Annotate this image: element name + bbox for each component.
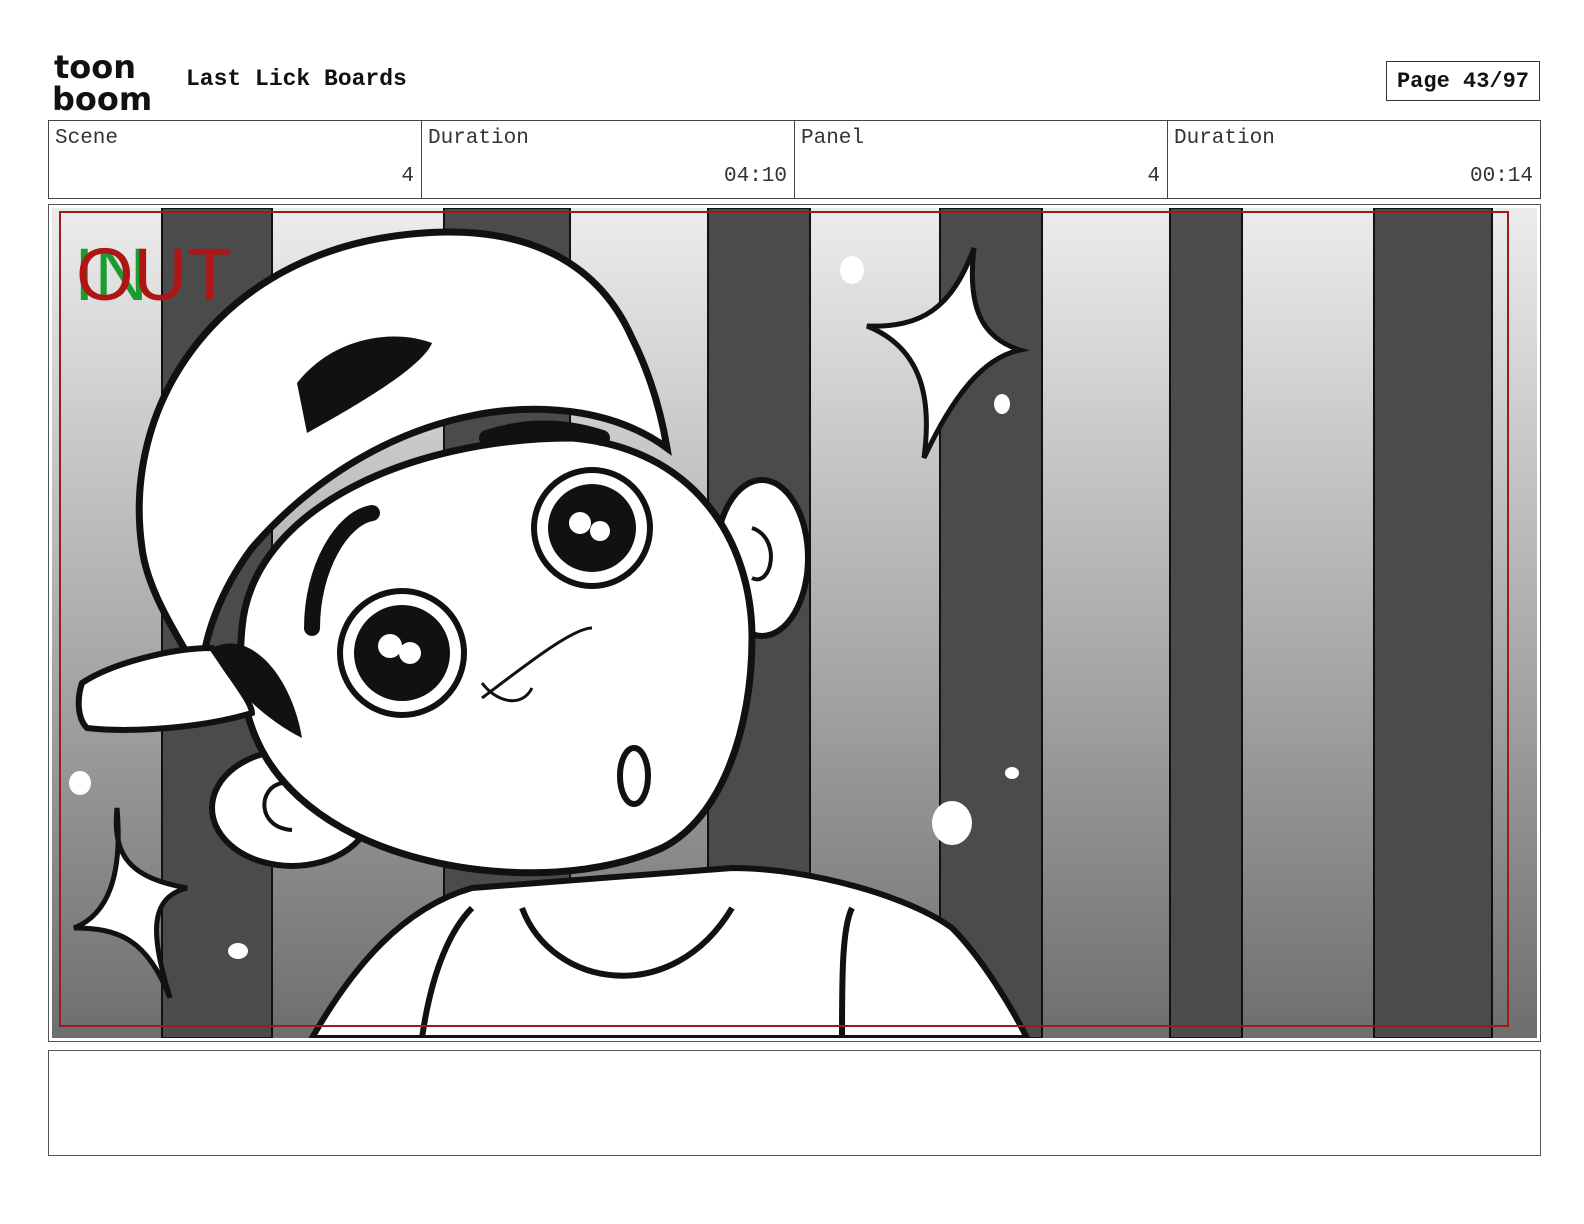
panel-value: 4 [1147, 165, 1160, 188]
panel-info-row: Scene 4 Duration 04:10 Panel 4 Duration … [48, 120, 1541, 199]
character-mouth [617, 745, 651, 807]
scene-cell: Scene 4 [49, 121, 422, 198]
panel-duration-value: 00:14 [1469, 165, 1533, 188]
scene-duration-value: 04:10 [723, 165, 787, 188]
scene-duration-cell: Duration 04:10 [422, 121, 795, 198]
toonboom-logo: toon boom [52, 50, 152, 112]
panel-duration-cell: Duration 00:14 [1168, 121, 1540, 198]
logo-bottom-text: boom [52, 80, 152, 112]
out-marker: OUT [76, 233, 232, 316]
panel-label: Panel [801, 127, 865, 150]
scene-label: Scene [55, 127, 119, 150]
panel-notes-box[interactable] [48, 1050, 1541, 1156]
panel-cell: Panel 4 [795, 121, 1168, 198]
scene-value: 4 [401, 165, 414, 188]
project-title: Last Lick Boards [186, 66, 407, 92]
panel-duration-label: Duration [1174, 127, 1275, 150]
storyboard-drawing: IN OUT [52, 208, 1537, 1038]
scene-duration-label: Duration [428, 127, 529, 150]
page-indicator: Page 43/97 [1386, 61, 1540, 101]
